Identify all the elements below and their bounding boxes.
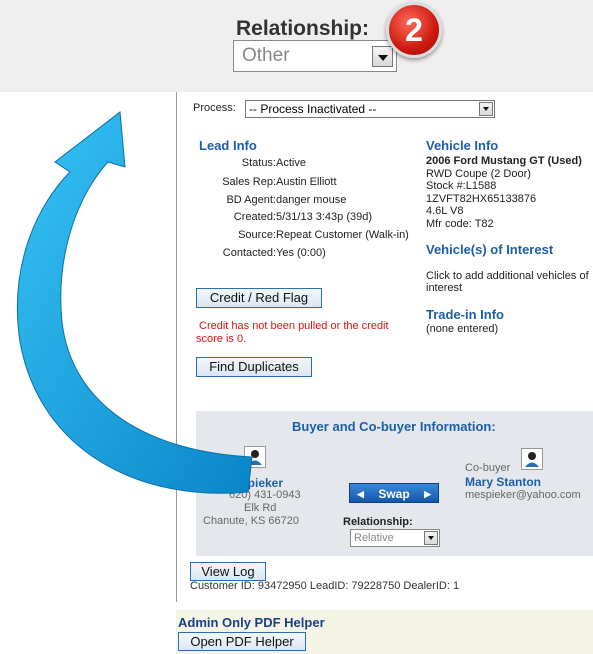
vehicle-stock: Stock #:L1588 — [426, 180, 497, 192]
swap-button[interactable]: ◀ Swap ▶ — [349, 483, 439, 503]
vehicle-vin: 1ZVFT82HX65133876 — [426, 193, 537, 205]
relationship-zoom-select[interactable]: Other — [233, 40, 397, 72]
view-log-button[interactable]: View Log — [190, 562, 266, 581]
vehicle-mfr-code: Mfr code: T82 — [426, 218, 494, 230]
vehicle-engine: 4.6L V8 — [426, 205, 464, 217]
cobuyer-label: Co-buyer — [465, 462, 511, 474]
add-vehicles-link[interactable]: Click to add additional vehicles of inte… — [426, 270, 592, 294]
swap-label: Swap — [378, 487, 410, 501]
step-badge: 2 — [386, 2, 442, 58]
arrow-right-icon: ▶ — [424, 489, 431, 499]
relationship-select[interactable]: Relative — [350, 529, 440, 547]
cobuyer-name-link[interactable]: Mary Stanton — [465, 475, 541, 489]
arrow-left-icon: ◀ — [357, 489, 364, 499]
admin-heading: Admin Only PDF Helper — [178, 615, 325, 630]
open-pdf-helper-button[interactable]: Open PDF Helper — [178, 632, 306, 651]
relationship-label: Relationship: — [343, 516, 413, 528]
vehicle-body: RWD Coupe (2 Door) — [426, 168, 531, 180]
cobuyer-email: mespieker@yahoo.com — [465, 489, 581, 501]
vehicle-info-heading: Vehicle Info — [426, 138, 499, 153]
relationship-zoom-label: Relationship: — [236, 17, 370, 40]
vehicles-of-interest-heading: Vehicle(s) of Interest — [426, 242, 554, 257]
chevron-down-icon[interactable] — [372, 46, 393, 67]
customer-ids: Customer ID: 93472950 LeadID: 79228750 D… — [190, 580, 460, 592]
trade-in-value: (none entered) — [426, 323, 499, 335]
relationship-zoom-value: Other — [242, 45, 290, 66]
curved-arrow-icon — [16, 111, 253, 494]
buyer-section-heading: Buyer and Co-buyer Information: — [292, 419, 496, 434]
trade-in-heading: Trade-in Info — [426, 307, 504, 322]
chevron-down-icon[interactable] — [479, 102, 493, 116]
relationship-value: Relative — [354, 532, 394, 544]
cobuyer-avatar-icon[interactable] — [521, 448, 543, 470]
vehicle-name: 2006 Ford Mustang GT (Used) — [426, 155, 582, 167]
chevron-down-icon[interactable] — [424, 531, 438, 545]
